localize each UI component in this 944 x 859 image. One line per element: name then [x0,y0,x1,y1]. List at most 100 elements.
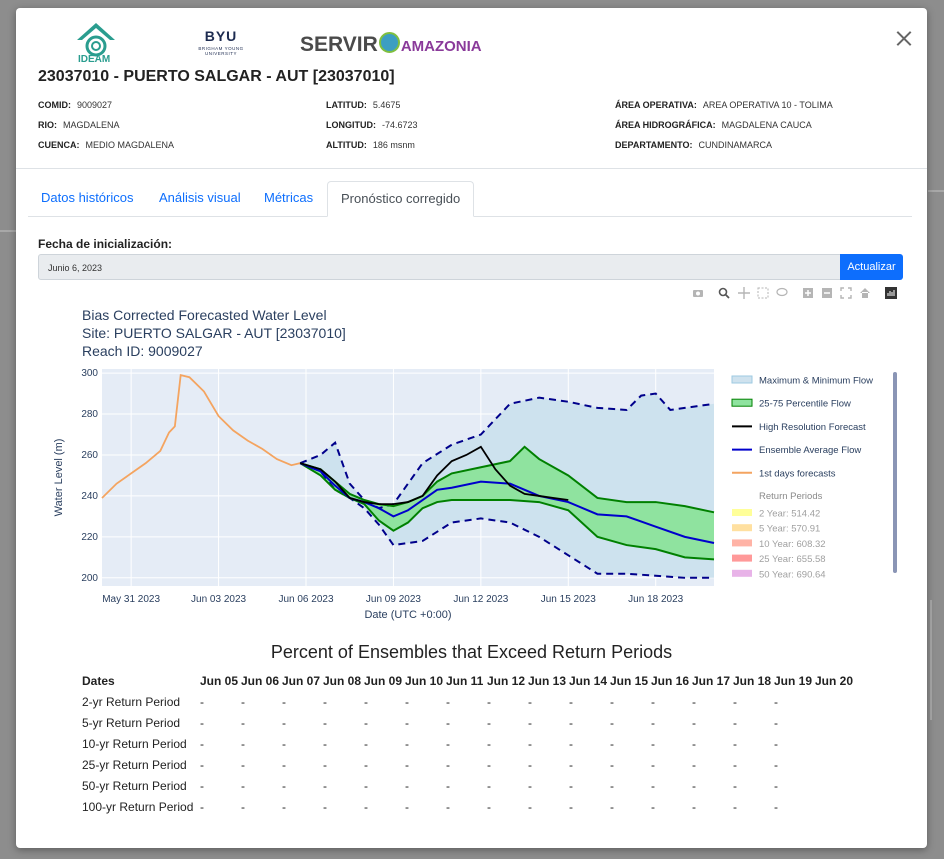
byu-logo: BYU BRIGHAM YOUNG UNIVERSITY [186,28,256,56]
zoom-in-icon[interactable] [802,287,814,299]
table-cell: - [323,757,327,772]
table-cell: - [446,778,450,793]
table-cell: - [774,715,778,730]
table-cell: - [282,694,286,709]
table-cell: - [405,799,409,814]
table-cell: - [774,736,778,751]
table-cell: - [323,694,327,709]
byu-logo-subtext: BRIGHAM YOUNG UNIVERSITY [198,46,244,56]
legend-swatch [732,524,752,532]
station-title: 23037010 - PUERTO SALGAR - AUT [23037010… [38,68,395,85]
table-cell: - [569,778,573,793]
meta-label: DEPARTAMENTO: [615,140,693,150]
table-row: 100-yr Return Period - - - - - - - - - - - - - - - [82,796,856,817]
zoom-out-icon[interactable] [821,287,833,299]
table-cell: - [733,736,737,751]
legend-label: 25-75 Percentile Flow [759,399,851,410]
table-cell: - [528,757,532,772]
x-tick-label: May 31 2023 [102,594,160,605]
close-icon[interactable] [893,28,915,50]
map-road [930,600,932,720]
row-label: 2-yr Return Period [82,694,181,709]
table-cell: - [733,715,737,730]
table-cell: - [282,757,286,772]
legend-label: 10 Year: 608.32 [759,539,826,550]
meta-value: 9009027 [77,100,113,110]
plotly-logo-icon[interactable] [885,287,897,299]
table-row: 5-yr Return Period - - - - - - - - - - - - - - - [82,712,856,733]
legend-swatch [732,554,752,562]
water-level-chart[interactable]: 200 220 240 260 280 300 May 31 2023 Jun 03 2023… [16,348,927,628]
camera-icon[interactable] [692,287,704,299]
legend-label: 25 Year: 655.58 [759,554,826,565]
table-cell: - [323,799,327,814]
legend-scrollbar[interactable] [893,372,897,573]
table-cell: - [405,715,409,730]
table-cell: - [528,778,532,793]
meta-cuenca: CUENCA: MEDIO MAGDALENA [38,140,174,150]
table-cell: - [692,715,696,730]
tab-pronostico-corregido[interactable]: Pronóstico corregido [327,181,475,217]
row-label: 25-yr Return Period [82,757,187,772]
x-axis-label: Date (UTC +0:00) [364,609,451,621]
byu-logo-text: BYU [204,28,238,44]
table-cell: - [651,799,655,814]
legend-label: Ensemble Average Flow [759,445,861,456]
tab-datos-historicos[interactable]: Datos históricos [28,181,146,215]
table-cell: - [733,694,737,709]
table-cell: - [692,694,696,709]
table-cell: - [446,694,450,709]
lasso-icon[interactable] [776,287,788,299]
table-cell: - [282,715,286,730]
table-cell: - [569,757,573,772]
table-cell: - [528,736,532,751]
y-tick-label: 300 [81,368,98,379]
servir-logo-text: SERVIR [300,33,378,56]
station-modal: IDEAM BYU BRIGHAM YOUNG UNIVERSITY SERVI… [16,8,927,848]
table-cell: - [200,778,204,793]
autoscale-icon[interactable] [840,287,852,299]
table-header-cell: Jun 05 [200,673,239,688]
y-axis-label: Water Level (m) [53,439,65,517]
pan-icon[interactable] [738,287,750,299]
table-header-cell: Jun 12 [487,673,526,688]
legend-label: 5 Year: 570.91 [759,524,820,535]
table-cell: - [405,757,409,772]
meta-departamento: DEPARTAMENTO: CUNDINAMARCA [615,140,772,150]
x-tick-label: Jun 12 2023 [453,594,508,605]
table-cell: - [733,799,737,814]
table-cell: - [569,799,573,814]
table-cell: - [651,778,655,793]
table-cell: - [323,715,327,730]
legend-label: High Resolution Forecast [759,422,866,433]
table-cell: - [528,694,532,709]
zoom-icon[interactable] [718,287,730,299]
table-header-cell: Jun 14 [569,673,608,688]
meta-label: COMID: [38,100,71,110]
legend-swatch [731,398,753,407]
table-cell: - [282,736,286,751]
tab-analisis-visual[interactable]: Análisis visual [146,181,254,215]
box-select-icon[interactable] [757,287,769,299]
table-header-cell: Jun 08 [323,673,362,688]
amazonia-logo-text: AMAZONIA [400,38,482,55]
table-header-cell: Jun 13 [528,673,567,688]
table-cell: - [487,694,491,709]
chart-title-line-1: Bias Corrected Forecasted Water Level [82,307,327,323]
table-cell: - [241,736,245,751]
table-cell: - [446,736,450,751]
table-cell: - [528,799,532,814]
legend-label: 2 Year: 514.42 [759,509,820,520]
table-header-cell: Jun 07 [282,673,321,688]
update-button[interactable]: Actualizar [840,254,903,280]
reset-axes-icon[interactable] [859,287,871,299]
legend-swatch [731,375,753,384]
table-cell: - [405,736,409,751]
globe-icon [378,32,400,53]
tab-metricas[interactable]: Métricas [251,181,326,215]
x-tick-label: Jun 03 2023 [191,594,246,605]
x-tick-label: Jun 15 2023 [541,594,596,605]
table-header-cell: Jun 09 [364,673,403,688]
date-input[interactable]: Junio 6, 2023 [38,254,841,280]
table-cell: - [446,715,450,730]
